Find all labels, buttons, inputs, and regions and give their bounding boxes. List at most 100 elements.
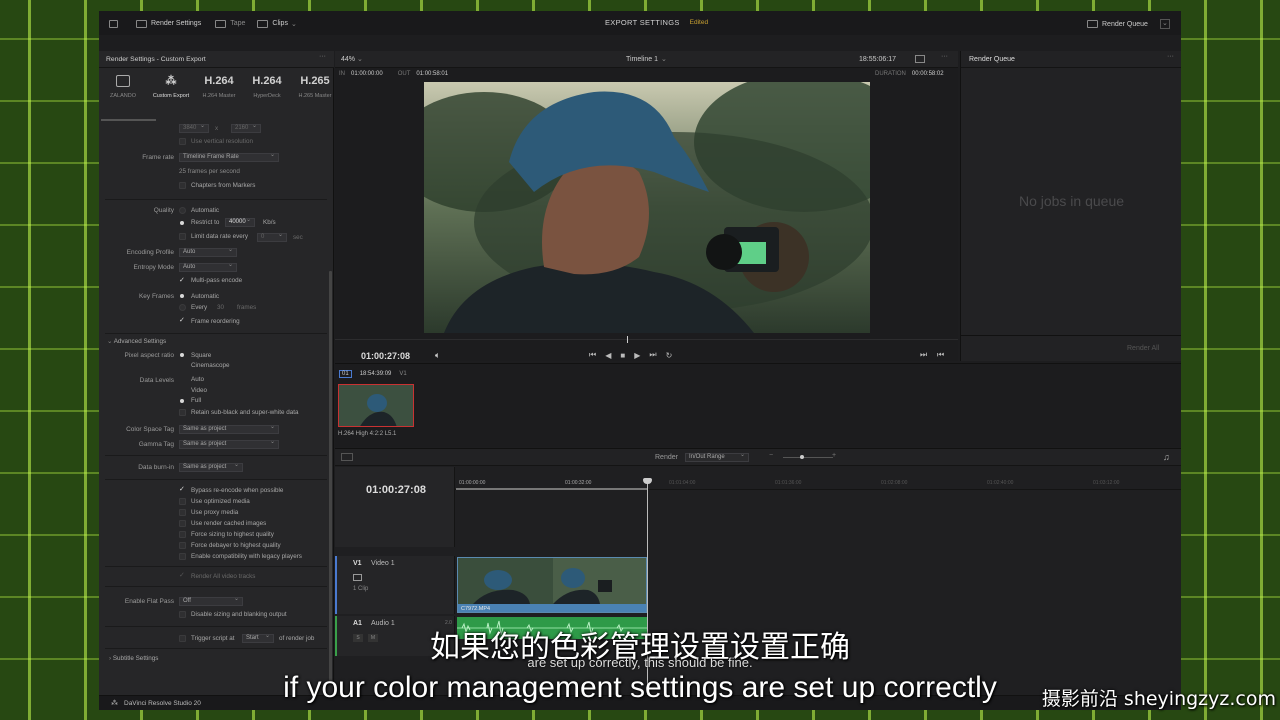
cs-tag-label: Color Space Tag (126, 426, 174, 433)
entropy-select[interactable]: Auto (179, 262, 237, 272)
preset-scrollbar[interactable] (101, 119, 156, 121)
par-square-radio[interactable] (180, 353, 184, 357)
settings-scrollbar[interactable] (329, 271, 332, 681)
go-to-start-icon[interactable]: ⏮︎ (589, 350, 596, 360)
next-clip-icon[interactable]: ⏭︎ (920, 350, 927, 360)
preset-custom-export[interactable]: ⁂ Custom Export (147, 73, 195, 99)
monitor-icon[interactable] (109, 19, 118, 28)
chapters-checkbox[interactable] (179, 182, 186, 189)
timeline-ruler[interactable]: 01:00:00:00 01:00:32:00 01:01:04:00 01:0… (455, 476, 1181, 490)
render-settings-title: Render Settings - Custom Export (106, 56, 206, 63)
volume-icon[interactable]: 🔈︎ (435, 350, 440, 361)
v1-track-header[interactable]: V1 Video 1 1 Clip (335, 556, 455, 614)
zoom-in-icon[interactable]: + (832, 452, 836, 459)
play-reverse-icon[interactable]: ◀ (605, 351, 611, 360)
loop-icon[interactable]: ↻ (666, 351, 673, 360)
frame-rate-select[interactable]: Timeline Frame Rate (179, 152, 279, 162)
tape-icon[interactable] (215, 19, 227, 28)
tape-tab[interactable]: Tape (230, 20, 245, 27)
par-cine-label[interactable]: Cinemascope (191, 362, 230, 369)
timeline-chevron-icon[interactable]: ⌄ (661, 55, 667, 63)
disable-sizing-checkbox[interactable] (179, 611, 186, 618)
in-timecode[interactable]: 01:00:00:00 (351, 71, 383, 77)
optimized-checkbox[interactable] (179, 498, 186, 505)
preset-zalando-icon (99, 73, 147, 89)
levels-auto-label[interactable]: Auto (191, 376, 204, 383)
resolution-height[interactable]: 2160 (231, 123, 261, 133)
gamma-tag-select[interactable]: Same as project (179, 439, 279, 449)
clips-icon[interactable] (257, 19, 269, 28)
preset-label: H.265 Master (298, 93, 332, 99)
zoom-chevron-icon[interactable]: ⌄ (357, 55, 363, 63)
render-settings-icon[interactable] (136, 19, 147, 28)
viewer-options-icon[interactable] (915, 55, 925, 63)
preset-hyperdeck[interactable]: H.264 HyperDeck (243, 73, 291, 99)
cs-tag-select[interactable]: Same as project (179, 424, 279, 434)
render-queue-toggle[interactable]: Render Queue ⌄ (1087, 19, 1170, 29)
render-queue-label: Render Queue (1102, 20, 1148, 28)
zoom-slider[interactable] (783, 457, 833, 458)
timeline-view-icon[interactable] (341, 453, 353, 461)
timeline-name[interactable]: Timeline 1 (626, 56, 658, 63)
resolution-width[interactable]: 3840 (179, 123, 209, 133)
render-all-button[interactable]: Render All (1127, 345, 1159, 352)
burnin-select[interactable]: Same as project (179, 462, 243, 472)
preset-zalando[interactable]: ZALANDO (99, 73, 147, 99)
timecode-top[interactable]: 18:55:06:17 (859, 56, 896, 63)
preset-h264-master[interactable]: H.264 H.264 Master (195, 73, 243, 99)
go-to-end-icon[interactable]: ⏭︎ (649, 350, 656, 360)
video-clip[interactable]: C7972.MP4 (457, 557, 647, 613)
preset-h265-master[interactable]: H.265 H.265 Master (291, 73, 339, 99)
restrict-radio[interactable] (180, 221, 184, 225)
more-options-icon[interactable]: ··· (1167, 53, 1174, 60)
audio-meter-icon[interactable]: ♫ (1163, 452, 1170, 462)
more-options-icon[interactable]: ··· (319, 53, 326, 60)
advanced-settings-toggle[interactable]: ⌄ Advanced Settings (107, 338, 166, 345)
limit-rate-checkbox[interactable] (179, 233, 186, 240)
collapse-icon[interactable]: ⌄ (1159, 19, 1170, 29)
retain-checkbox[interactable] (179, 409, 186, 416)
multipass-checkbox[interactable]: ✓ (179, 277, 186, 284)
prev-clip-icon[interactable]: ⏮︎ (937, 350, 944, 360)
encoding-profile-select[interactable]: Auto (179, 247, 237, 257)
video-clip-thumbnails (458, 558, 646, 604)
render-settings-tab[interactable]: Render Settings (151, 20, 201, 27)
levels-full-radio[interactable] (180, 399, 184, 403)
divider (105, 333, 327, 334)
chapters-label: Chapters from Markers (191, 182, 256, 189)
keyframes-every-radio[interactable] (179, 304, 186, 311)
frame-reorder-checkbox[interactable]: ✓ (179, 317, 186, 324)
quality-auto-radio[interactable] (179, 207, 186, 214)
track-monitor-icon[interactable] (353, 574, 362, 581)
scrubber-track[interactable] (335, 339, 958, 340)
keyframes-auto-radio[interactable] (180, 294, 184, 298)
preset-codec: H.264 (252, 75, 282, 87)
zoom-out-icon[interactable]: − (769, 452, 773, 459)
playhead[interactable] (627, 336, 628, 343)
keyframes-every-value[interactable]: 30 (217, 304, 224, 311)
restrict-input[interactable]: 40000 (225, 217, 255, 227)
render-queue-icon (1087, 20, 1098, 28)
clips-chevron-icon[interactable]: ⌄ (291, 20, 297, 28)
legacy-checkbox[interactable] (179, 553, 186, 560)
clip-thumbnail[interactable] (338, 384, 414, 427)
play-icon[interactable]: ▶ (634, 351, 640, 360)
cached-checkbox[interactable] (179, 520, 186, 527)
bypass-checkbox[interactable]: ✓ (179, 486, 186, 493)
proxy-checkbox[interactable] (179, 509, 186, 516)
limit-rate-input[interactable]: 0 (257, 232, 287, 242)
levels-video-label[interactable]: Video (191, 387, 207, 394)
use-vertical-checkbox[interactable] (179, 138, 186, 145)
render-alpha-checkbox[interactable]: ✓ (179, 572, 186, 579)
out-timecode[interactable]: 01:00:58:01 (416, 71, 448, 77)
debayer-checkbox[interactable] (179, 542, 186, 549)
clips-tab[interactable]: Clips (272, 20, 288, 27)
more-options-icon[interactable]: ··· (941, 53, 948, 60)
flat-pass-select[interactable]: Off (179, 596, 243, 606)
render-range-select[interactable]: In/Out Range (685, 452, 749, 462)
sizing-checkbox[interactable] (179, 531, 186, 538)
zoom-slider-knob[interactable] (800, 455, 804, 459)
stop-icon[interactable]: ■ (620, 351, 625, 360)
timeline-timecode: 01:00:27:08 (366, 484, 426, 496)
zoom-level[interactable]: 44% (341, 56, 355, 63)
